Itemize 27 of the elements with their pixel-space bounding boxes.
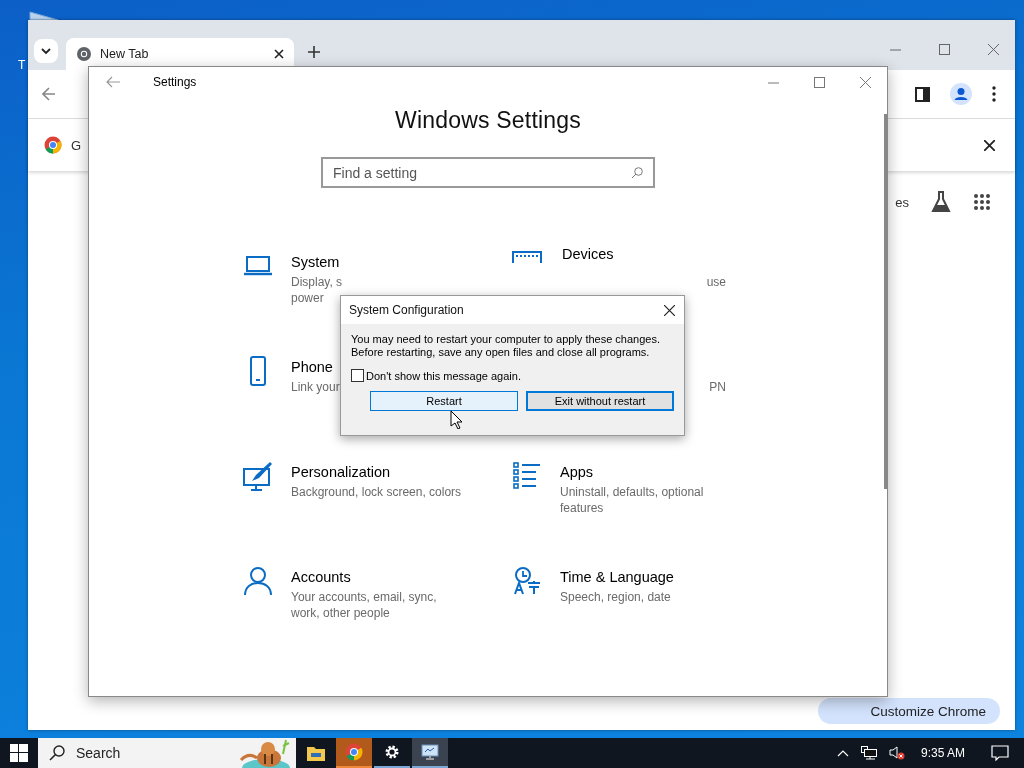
desktop-icon-label: T (18, 58, 26, 72)
category-title: System (291, 253, 341, 271)
category-description: PN (709, 379, 726, 395)
category-description: power (291, 290, 325, 306)
category-description: Speech, region, date (560, 589, 672, 605)
category-title: Personalization (291, 463, 392, 481)
tab-title: New Tab (100, 47, 150, 61)
dialog-title: System Configuration (349, 303, 464, 317)
category-title: Phone (291, 358, 334, 376)
dialog-message: Before restarting, save any open files and close all programs. (351, 346, 651, 359)
infobar-text: G (71, 137, 82, 153)
dialog-message: You may need to restart your computer to apply these changes. (351, 333, 661, 346)
category-title: Devices (562, 245, 614, 263)
category-description: features (560, 500, 605, 516)
category-description: Link your (291, 379, 340, 395)
checkbox-label: Don't show this message again. (366, 369, 521, 382)
category-description: use (706, 274, 726, 290)
category-description: Uninstall, defaults, optional (560, 484, 704, 500)
category-description: Your accounts, email, sync, (291, 589, 437, 605)
category-title: Accounts (291, 568, 352, 586)
window-title: Settings (153, 75, 197, 89)
category-title: Time & Language (560, 568, 674, 586)
category-description: Background, lock screen, colors (291, 484, 462, 500)
category-title: Apps (560, 463, 595, 481)
category-description: work, other people (291, 605, 391, 621)
page-heading: Windows Settings (394, 107, 582, 135)
category-description: Display, s (291, 274, 343, 290)
